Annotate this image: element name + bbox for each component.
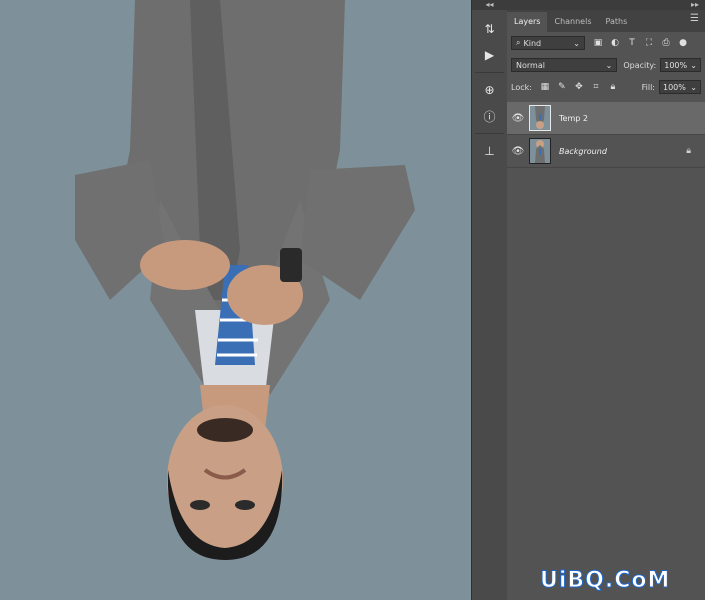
lock-image-icon[interactable]: ✎ [555,80,569,94]
canvas-photo [0,0,471,600]
panel-collapse-icon[interactable]: ▸▸ [507,0,705,10]
blend-mode-value: Normal [516,60,545,70]
info-icon[interactable]: ⓘ [472,103,507,129]
tool-strip: ◂◂ ⇅ ▶ ⊕ ⓘ ⊥ [471,0,508,600]
fill-field[interactable]: 100% ⌄ [659,80,701,94]
smart-object-filter-icon[interactable]: ⎙ [659,36,673,50]
panel-tabs: Layers Channels Paths ☰ [507,10,705,32]
visibility-eye-icon[interactable]: 👁︎ [507,113,529,124]
filter-row: ⌕ Kind ⌄ ▣ ◐ T ⛶ ⎙ ● [507,32,705,54]
filter-toggle-icon[interactable]: ● [676,36,690,50]
panel-menu-icon[interactable]: ☰ [690,13,699,24]
opacity-value: 100% [664,60,688,70]
toolstrip-divider [475,72,504,73]
visibility-eye-icon[interactable]: 👁︎ [507,146,529,157]
watermark-logo: UiBQ.CoM [539,568,671,594]
opacity-label: Opacity: [623,60,657,70]
lock-row: Lock: ▦ ✎ ✥ ⌗ 🔒︎ Fill: 100% ⌄ [507,76,705,98]
layer-thumbnail [529,105,551,131]
blend-mode-dropdown[interactable]: Normal ⌄ [511,58,618,72]
layer-name: Temp 2 [559,113,588,123]
clone-source-icon[interactable]: ⊥ [472,138,507,164]
tab-layers[interactable]: Layers [507,12,548,32]
lock-position-icon[interactable]: ✥ [572,80,586,94]
lock-transparent-icon[interactable]: ▦ [538,80,552,94]
layer-row-background[interactable]: 👁︎ Background 🔒︎ [507,135,705,168]
lock-all-icon[interactable]: 🔒︎ [606,80,620,94]
opacity-field[interactable]: 100% ⌄ [660,58,701,72]
toolstrip-collapse-icon[interactable]: ◂◂ [472,0,507,10]
blend-row: Normal ⌄ Opacity: 100% ⌄ [507,54,705,76]
chevron-down-icon: ⌄ [605,60,613,70]
chevron-down-icon: ⌄ [690,60,697,70]
document-canvas[interactable] [0,0,471,600]
lock-icon: 🔒︎ [686,146,691,156]
layer-row-temp-2[interactable]: 👁︎ Temp 2 [507,102,705,135]
shape-filter-icon[interactable]: ⛶ [642,36,656,50]
toolstrip-divider [475,133,504,134]
history-brush-icon[interactable]: ⇅ [472,16,507,42]
tab-channels[interactable]: Channels [547,12,598,32]
tab-paths[interactable]: Paths [599,12,635,32]
image-filter-icon[interactable]: ▣ [591,36,605,50]
layer-comps-icon[interactable]: ⊕ [472,77,507,103]
play-action-icon[interactable]: ▶ [472,42,507,68]
layers-panel: ▸▸ Layers Channels Paths ☰ ⌕ Kind ⌄ ▣ ◐ … [507,0,705,600]
layer-list: 👁︎ Temp 2 👁︎ Background 🔒︎ [507,102,705,168]
layer-name: Background [559,146,607,156]
search-icon: ⌕ [516,38,521,47]
kind-filter-label: Kind [523,38,542,48]
chevron-down-icon: ⌄ [573,38,580,48]
chevron-down-icon: ⌄ [690,82,697,92]
adjustment-filter-icon[interactable]: ◐ [608,36,622,50]
type-filter-icon[interactable]: T [625,36,639,50]
fill-label: Fill: [641,82,655,92]
fill-value: 100% [663,82,686,92]
layer-thumbnail [529,138,551,164]
lock-artboard-icon[interactable]: ⌗ [589,80,603,94]
lock-label: Lock: [511,82,532,92]
kind-filter-dropdown[interactable]: ⌕ Kind ⌄ [511,36,585,50]
